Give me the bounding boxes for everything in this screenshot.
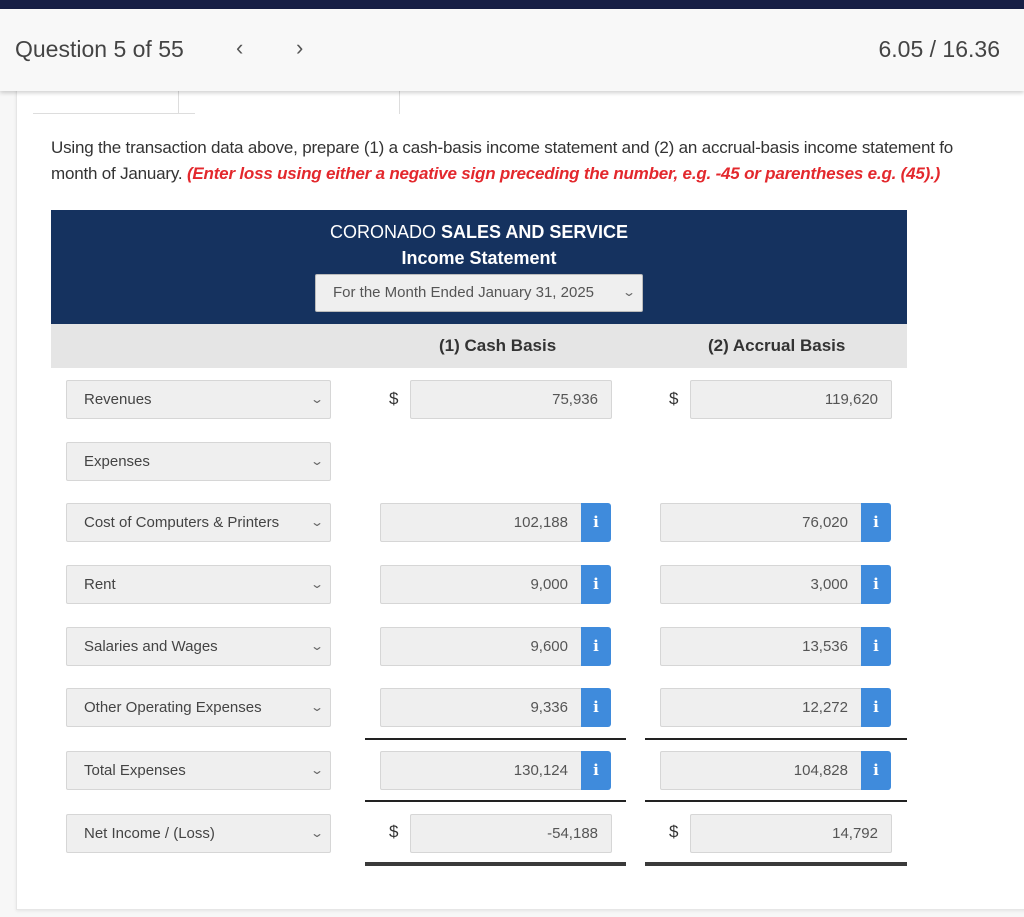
accrual-amount-field[interactable]: 104,828 xyxy=(660,751,862,790)
period-dropdown[interactable]: For the Month Ended January 31, 2025 ⌄ xyxy=(315,274,643,312)
question-counter: Question 5 of 55 xyxy=(15,36,184,62)
cash-amount-field[interactable]: 9,600 xyxy=(380,627,582,666)
chevron-down-icon: ⌄ xyxy=(309,826,325,840)
row-label: Rent xyxy=(84,576,116,593)
subtotal-rule xyxy=(645,738,907,740)
question-header: Question 5 of 55 ‹ › 6.05 / 16.36 xyxy=(0,9,1024,91)
info-icon[interactable]: i xyxy=(581,751,611,790)
accrual-amount-field[interactable]: 14,792 xyxy=(690,814,892,853)
accrual-amount-field[interactable]: 119,620 xyxy=(690,380,892,419)
accrual-amount-field[interactable]: 13,536 xyxy=(660,627,862,666)
column-accrual-basis: (2) Accrual Basis xyxy=(708,336,846,355)
row-label-dropdown[interactable]: Cost of Computers & Printers ⌄ xyxy=(66,503,331,542)
subtotal-rule xyxy=(365,738,626,740)
accrual-amount-field[interactable]: 3,000 xyxy=(660,565,862,604)
row-label: Revenues xyxy=(84,391,152,408)
row-label-dropdown[interactable]: Rent ⌄ xyxy=(66,565,331,604)
instructions-line2: month of January. xyxy=(51,164,187,183)
period-value: For the Month Ended January 31, 2025 xyxy=(333,284,595,301)
cash-amount-field[interactable]: 75,936 xyxy=(410,380,612,419)
total-rule xyxy=(645,800,907,802)
total-rule xyxy=(365,800,626,802)
column-cash-basis: (1) Cash Basis xyxy=(439,336,557,355)
cash-amount-field[interactable]: 9,000 xyxy=(380,565,582,604)
accrual-amount-field[interactable]: 12,272 xyxy=(660,688,862,727)
info-icon[interactable]: i xyxy=(861,627,891,666)
dollar-sign: $ xyxy=(389,822,399,841)
previous-question-icon[interactable]: ‹ xyxy=(236,35,243,61)
instructions-note: (Enter loss using either a negative sign… xyxy=(186,164,941,183)
dollar-sign: $ xyxy=(669,822,679,841)
cash-amount-field[interactable]: 102,188 xyxy=(380,503,582,542)
row-label: Salaries and Wages xyxy=(84,638,218,655)
info-icon[interactable]: i xyxy=(861,503,891,542)
chevron-down-icon: ⌄ xyxy=(309,392,325,406)
double-underline-rule xyxy=(645,862,907,866)
chevron-down-icon: ⌄ xyxy=(621,285,637,299)
statement-title: Income Statement xyxy=(401,248,557,268)
row-label: Other Operating Expenses xyxy=(84,699,262,716)
cash-amount-field[interactable]: -54,188 xyxy=(410,814,612,853)
chevron-down-icon: ⌄ xyxy=(309,700,325,714)
row-label-dropdown[interactable]: Total Expenses ⌄ xyxy=(66,751,331,790)
company-name-first: CORONADO xyxy=(329,222,436,242)
accrual-amount-field[interactable]: 76,020 xyxy=(660,503,862,542)
info-icon[interactable]: i xyxy=(581,565,611,604)
chevron-down-icon: ⌄ xyxy=(309,454,325,468)
statement-header: CORONADO SALES AND SERVICE Income Statem… xyxy=(51,210,907,324)
double-underline-rule xyxy=(365,862,626,866)
info-icon[interactable]: i xyxy=(861,688,891,727)
info-icon[interactable]: i xyxy=(861,565,891,604)
info-icon[interactable]: i xyxy=(861,751,891,790)
row-label: Cost of Computers & Printers xyxy=(84,514,280,531)
info-icon[interactable]: i xyxy=(581,627,611,666)
instructions: Using the transaction data above, prepar… xyxy=(51,135,1024,187)
next-question-icon[interactable]: › xyxy=(296,35,303,61)
row-label-dropdown[interactable]: Salaries and Wages ⌄ xyxy=(66,627,331,666)
column-header-row: (1) Cash Basis (2) Accrual Basis xyxy=(51,324,907,368)
chevron-down-icon: ⌄ xyxy=(309,577,325,591)
row-label: Expenses xyxy=(84,453,150,470)
cash-amount-field[interactable]: 9,336 xyxy=(380,688,582,727)
top-bar xyxy=(0,0,1024,9)
row-label-dropdown[interactable]: Other Operating Expenses ⌄ xyxy=(66,688,331,727)
chevron-down-icon: ⌄ xyxy=(309,763,325,777)
chevron-down-icon: ⌄ xyxy=(309,515,325,529)
dollar-sign: $ xyxy=(389,389,399,408)
instructions-line1: Using the transaction data above, prepar… xyxy=(51,138,954,157)
row-label-dropdown[interactable]: Net Income / (Loss) ⌄ xyxy=(66,814,331,853)
company-name: CORONADO SALES AND SERVICE xyxy=(51,222,907,243)
chevron-down-icon: ⌄ xyxy=(309,639,325,653)
dollar-sign: $ xyxy=(669,389,679,408)
company-name-rest: SALES AND SERVICE xyxy=(440,222,629,242)
row-label: Total Expenses xyxy=(84,762,186,779)
row-label: Net Income / (Loss) xyxy=(84,825,215,842)
cash-amount-field[interactable]: 130,124 xyxy=(380,751,582,790)
info-icon[interactable]: i xyxy=(581,688,611,727)
info-icon[interactable]: i xyxy=(581,503,611,542)
score-display: 6.05 / 16.36 xyxy=(878,36,1001,62)
row-label-dropdown[interactable]: Expenses ⌄ xyxy=(66,442,331,481)
row-label-dropdown[interactable]: Revenues ⌄ xyxy=(66,380,331,419)
